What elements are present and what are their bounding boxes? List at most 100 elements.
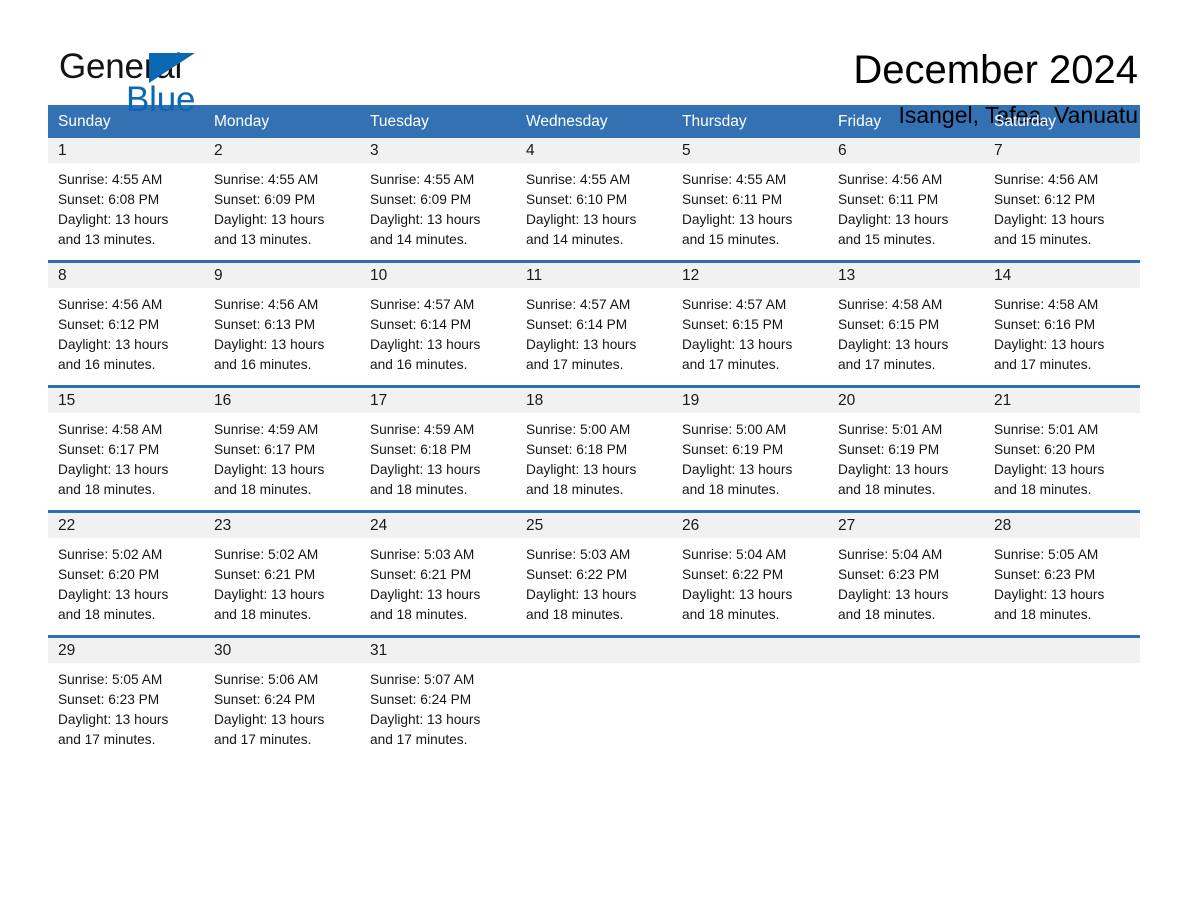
calendar-day-cell[interactable]: 30 Sunrise: 5:06 AM Sunset: 6:24 PM Dayligh… — [204, 638, 360, 750]
daylight-text-line2: and 18 minutes. — [370, 482, 468, 497]
calendar-day-cell[interactable]: 23 Sunrise: 5:02 AM Sunset: 6:21 PM Dayligh… — [204, 513, 360, 625]
calendar-day-cell[interactable]: 16 Sunrise: 4:59 AM Sunset: 6:17 PM Dayligh… — [204, 388, 360, 500]
day-details: Sunrise: 4:58 AM Sunset: 6:16 PM Daylight:… — [984, 288, 1140, 375]
daylight-text-line1: Daylight: 13 hours — [214, 462, 325, 477]
sunset-text: Sunset: 6:09 PM — [370, 192, 472, 207]
day-number: 7 — [984, 138, 1140, 163]
daylight-text-line2: and 18 minutes. — [214, 607, 312, 622]
day-number: 1 — [48, 138, 204, 163]
day-details: Sunrise: 5:00 AM Sunset: 6:19 PM Daylight:… — [672, 413, 828, 500]
general-blue-logo[interactable]: General Blue — [48, 46, 248, 122]
calendar-day-cell[interactable]: 24 Sunrise: 5:03 AM Sunset: 6:21 PM Dayligh… — [360, 513, 516, 625]
calendar-day-cell[interactable]: 13 Sunrise: 4:58 AM Sunset: 6:15 PM Dayligh… — [828, 263, 984, 375]
sunset-text: Sunset: 6:16 PM — [994, 317, 1096, 332]
daylight-text-line1: Daylight: 13 hours — [370, 587, 481, 602]
daylight-text-line1: Daylight: 13 hours — [526, 587, 637, 602]
daylight-text-line1: Daylight: 13 hours — [682, 587, 793, 602]
calendar-day-cell[interactable]: 8 Sunrise: 4:56 AM Sunset: 6:12 PM Daylight… — [48, 263, 204, 375]
calendar-day-cell[interactable]: 17 Sunrise: 4:59 AM Sunset: 6:18 PM Dayligh… — [360, 388, 516, 500]
calendar-day-cell[interactable]: 12 Sunrise: 4:57 AM Sunset: 6:15 PM Dayligh… — [672, 263, 828, 375]
sunrise-text: Sunrise: 4:55 AM — [58, 172, 163, 187]
sunrise-text: Sunrise: 4:56 AM — [58, 297, 163, 312]
daylight-text-line2: and 17 minutes. — [214, 732, 312, 747]
daylight-text-line2: and 15 minutes. — [994, 232, 1092, 247]
day-number: 24 — [360, 513, 516, 538]
sunrise-text: Sunrise: 5:04 AM — [682, 547, 787, 562]
sunrise-text: Sunrise: 4:55 AM — [214, 172, 319, 187]
calendar-week-row: 22 Sunrise: 5:02 AM Sunset: 6:20 PM Dayligh… — [48, 510, 1140, 625]
sunset-text: Sunset: 6:09 PM — [214, 192, 316, 207]
daylight-text-line1: Daylight: 13 hours — [682, 337, 793, 352]
calendar-day-cell[interactable]: 27 Sunrise: 5:04 AM Sunset: 6:23 PM Dayligh… — [828, 513, 984, 625]
sunset-text: Sunset: 6:22 PM — [682, 567, 784, 582]
calendar-day-cell[interactable]: 25 Sunrise: 5:03 AM Sunset: 6:22 PM Dayligh… — [516, 513, 672, 625]
daylight-text-line1: Daylight: 13 hours — [994, 462, 1105, 477]
day-details: Sunrise: 4:58 AM Sunset: 6:17 PM Daylight:… — [48, 413, 204, 500]
calendar-day-cell[interactable]: 31 Sunrise: 5:07 AM Sunset: 6:24 PM Dayligh… — [360, 638, 516, 750]
daylight-text-line1: Daylight: 13 hours — [214, 712, 325, 727]
calendar-day-cell[interactable]: 28 Sunrise: 5:05 AM Sunset: 6:23 PM Dayligh… — [984, 513, 1140, 625]
day-details: Sunrise: 4:57 AM Sunset: 6:15 PM Daylight:… — [672, 288, 828, 375]
daylight-text-line1: Daylight: 13 hours — [838, 462, 949, 477]
day-details: Sunrise: 5:01 AM Sunset: 6:20 PM Daylight:… — [984, 413, 1140, 500]
day-details: Sunrise: 5:05 AM Sunset: 6:23 PM Daylight:… — [48, 663, 204, 750]
calendar-day-cell[interactable]: 9 Sunrise: 4:56 AM Sunset: 6:13 PM Daylight… — [204, 263, 360, 375]
daylight-text-line2: and 17 minutes. — [994, 357, 1092, 372]
day-details: Sunrise: 5:03 AM Sunset: 6:22 PM Daylight:… — [516, 538, 672, 625]
daylight-text-line1: Daylight: 13 hours — [58, 337, 169, 352]
calendar-day-cell[interactable]: 15 Sunrise: 4:58 AM Sunset: 6:17 PM Dayligh… — [48, 388, 204, 500]
daylight-text-line2: and 18 minutes. — [58, 607, 156, 622]
day-number: 12 — [672, 263, 828, 288]
sunrise-text: Sunrise: 5:02 AM — [214, 547, 319, 562]
sunrise-text: Sunrise: 5:01 AM — [838, 422, 943, 437]
calendar-week-row: 8 Sunrise: 4:56 AM Sunset: 6:12 PM Daylight… — [48, 260, 1140, 375]
calendar-day-cell[interactable]: 6 Sunrise: 4:56 AM Sunset: 6:11 PM Daylight… — [828, 138, 984, 250]
calendar-day-cell[interactable]: 10 Sunrise: 4:57 AM Sunset: 6:14 PM Dayligh… — [360, 263, 516, 375]
calendar-day-cell[interactable]: 7 Sunrise: 4:56 AM Sunset: 6:12 PM Daylight… — [984, 138, 1140, 250]
day-details: Sunrise: 5:00 AM Sunset: 6:18 PM Daylight:… — [516, 413, 672, 500]
day-number — [984, 638, 1140, 663]
sunset-text: Sunset: 6:23 PM — [838, 567, 940, 582]
calendar-day-cell[interactable]: 1 Sunrise: 4:55 AM Sunset: 6:08 PM Daylight… — [48, 138, 204, 250]
daylight-text-line1: Daylight: 13 hours — [214, 337, 325, 352]
sunset-text: Sunset: 6:20 PM — [58, 567, 160, 582]
calendar-day-cell[interactable]: 3 Sunrise: 4:55 AM Sunset: 6:09 PM Daylight… — [360, 138, 516, 250]
calendar-day-cell[interactable]: 4 Sunrise: 4:55 AM Sunset: 6:10 PM Daylight… — [516, 138, 672, 250]
sunset-text: Sunset: 6:21 PM — [370, 567, 472, 582]
daylight-text-line2: and 16 minutes. — [214, 357, 312, 372]
daylight-text-line1: Daylight: 13 hours — [838, 337, 949, 352]
day-details: Sunrise: 5:04 AM Sunset: 6:22 PM Daylight:… — [672, 538, 828, 625]
weekday-header-saturday: Saturday — [994, 113, 1057, 130]
day-details: Sunrise: 4:56 AM Sunset: 6:11 PM Daylight:… — [828, 163, 984, 250]
calendar-day-cell[interactable]: 11 Sunrise: 4:57 AM Sunset: 6:14 PM Dayligh… — [516, 263, 672, 375]
daylight-text-line1: Daylight: 13 hours — [838, 212, 949, 227]
calendar-page: General Blue December 2024 Isangel, Tafe… — [0, 0, 1188, 918]
sunset-text: Sunset: 6:10 PM — [526, 192, 628, 207]
page-title: December 2024 — [853, 48, 1138, 92]
sunset-text: Sunset: 6:12 PM — [58, 317, 160, 332]
day-details: Sunrise: 5:06 AM Sunset: 6:24 PM Daylight:… — [204, 663, 360, 750]
calendar-day-cell[interactable]: 21 Sunrise: 5:01 AM Sunset: 6:20 PM Dayligh… — [984, 388, 1140, 500]
calendar-day-cell[interactable]: 19 Sunrise: 5:00 AM Sunset: 6:19 PM Dayligh… — [672, 388, 828, 500]
sunrise-text: Sunrise: 4:58 AM — [58, 422, 163, 437]
day-number: 31 — [360, 638, 516, 663]
calendar-day-cell[interactable]: 29 Sunrise: 5:05 AM Sunset: 6:23 PM Dayligh… — [48, 638, 204, 750]
sunrise-text: Sunrise: 5:04 AM — [838, 547, 943, 562]
calendar-day-cell[interactable]: 22 Sunrise: 5:02 AM Sunset: 6:20 PM Dayligh… — [48, 513, 204, 625]
weekday-header-friday: Friday — [838, 113, 882, 130]
daylight-text-line2: and 18 minutes. — [370, 607, 468, 622]
weekday-header-wednesday: Wednesday — [526, 113, 608, 130]
calendar-day-cell[interactable]: 20 Sunrise: 5:01 AM Sunset: 6:19 PM Dayligh… — [828, 388, 984, 500]
sunset-text: Sunset: 6:23 PM — [58, 692, 160, 707]
day-number: 27 — [828, 513, 984, 538]
day-number: 21 — [984, 388, 1140, 413]
sunset-text: Sunset: 6:12 PM — [994, 192, 1096, 207]
calendar-day-cell[interactable]: 26 Sunrise: 5:04 AM Sunset: 6:22 PM Dayligh… — [672, 513, 828, 625]
calendar-day-cell[interactable]: 14 Sunrise: 4:58 AM Sunset: 6:16 PM Dayligh… — [984, 263, 1140, 375]
calendar-day-cell[interactable]: 2 Sunrise: 4:55 AM Sunset: 6:09 PM Daylight… — [204, 138, 360, 250]
day-number: 28 — [984, 513, 1140, 538]
calendar-day-cell-empty — [672, 638, 828, 750]
calendar-day-cell[interactable]: 18 Sunrise: 5:00 AM Sunset: 6:18 PM Dayligh… — [516, 388, 672, 500]
calendar-day-cell[interactable]: 5 Sunrise: 4:55 AM Sunset: 6:11 PM Daylight… — [672, 138, 828, 250]
day-number: 26 — [672, 513, 828, 538]
